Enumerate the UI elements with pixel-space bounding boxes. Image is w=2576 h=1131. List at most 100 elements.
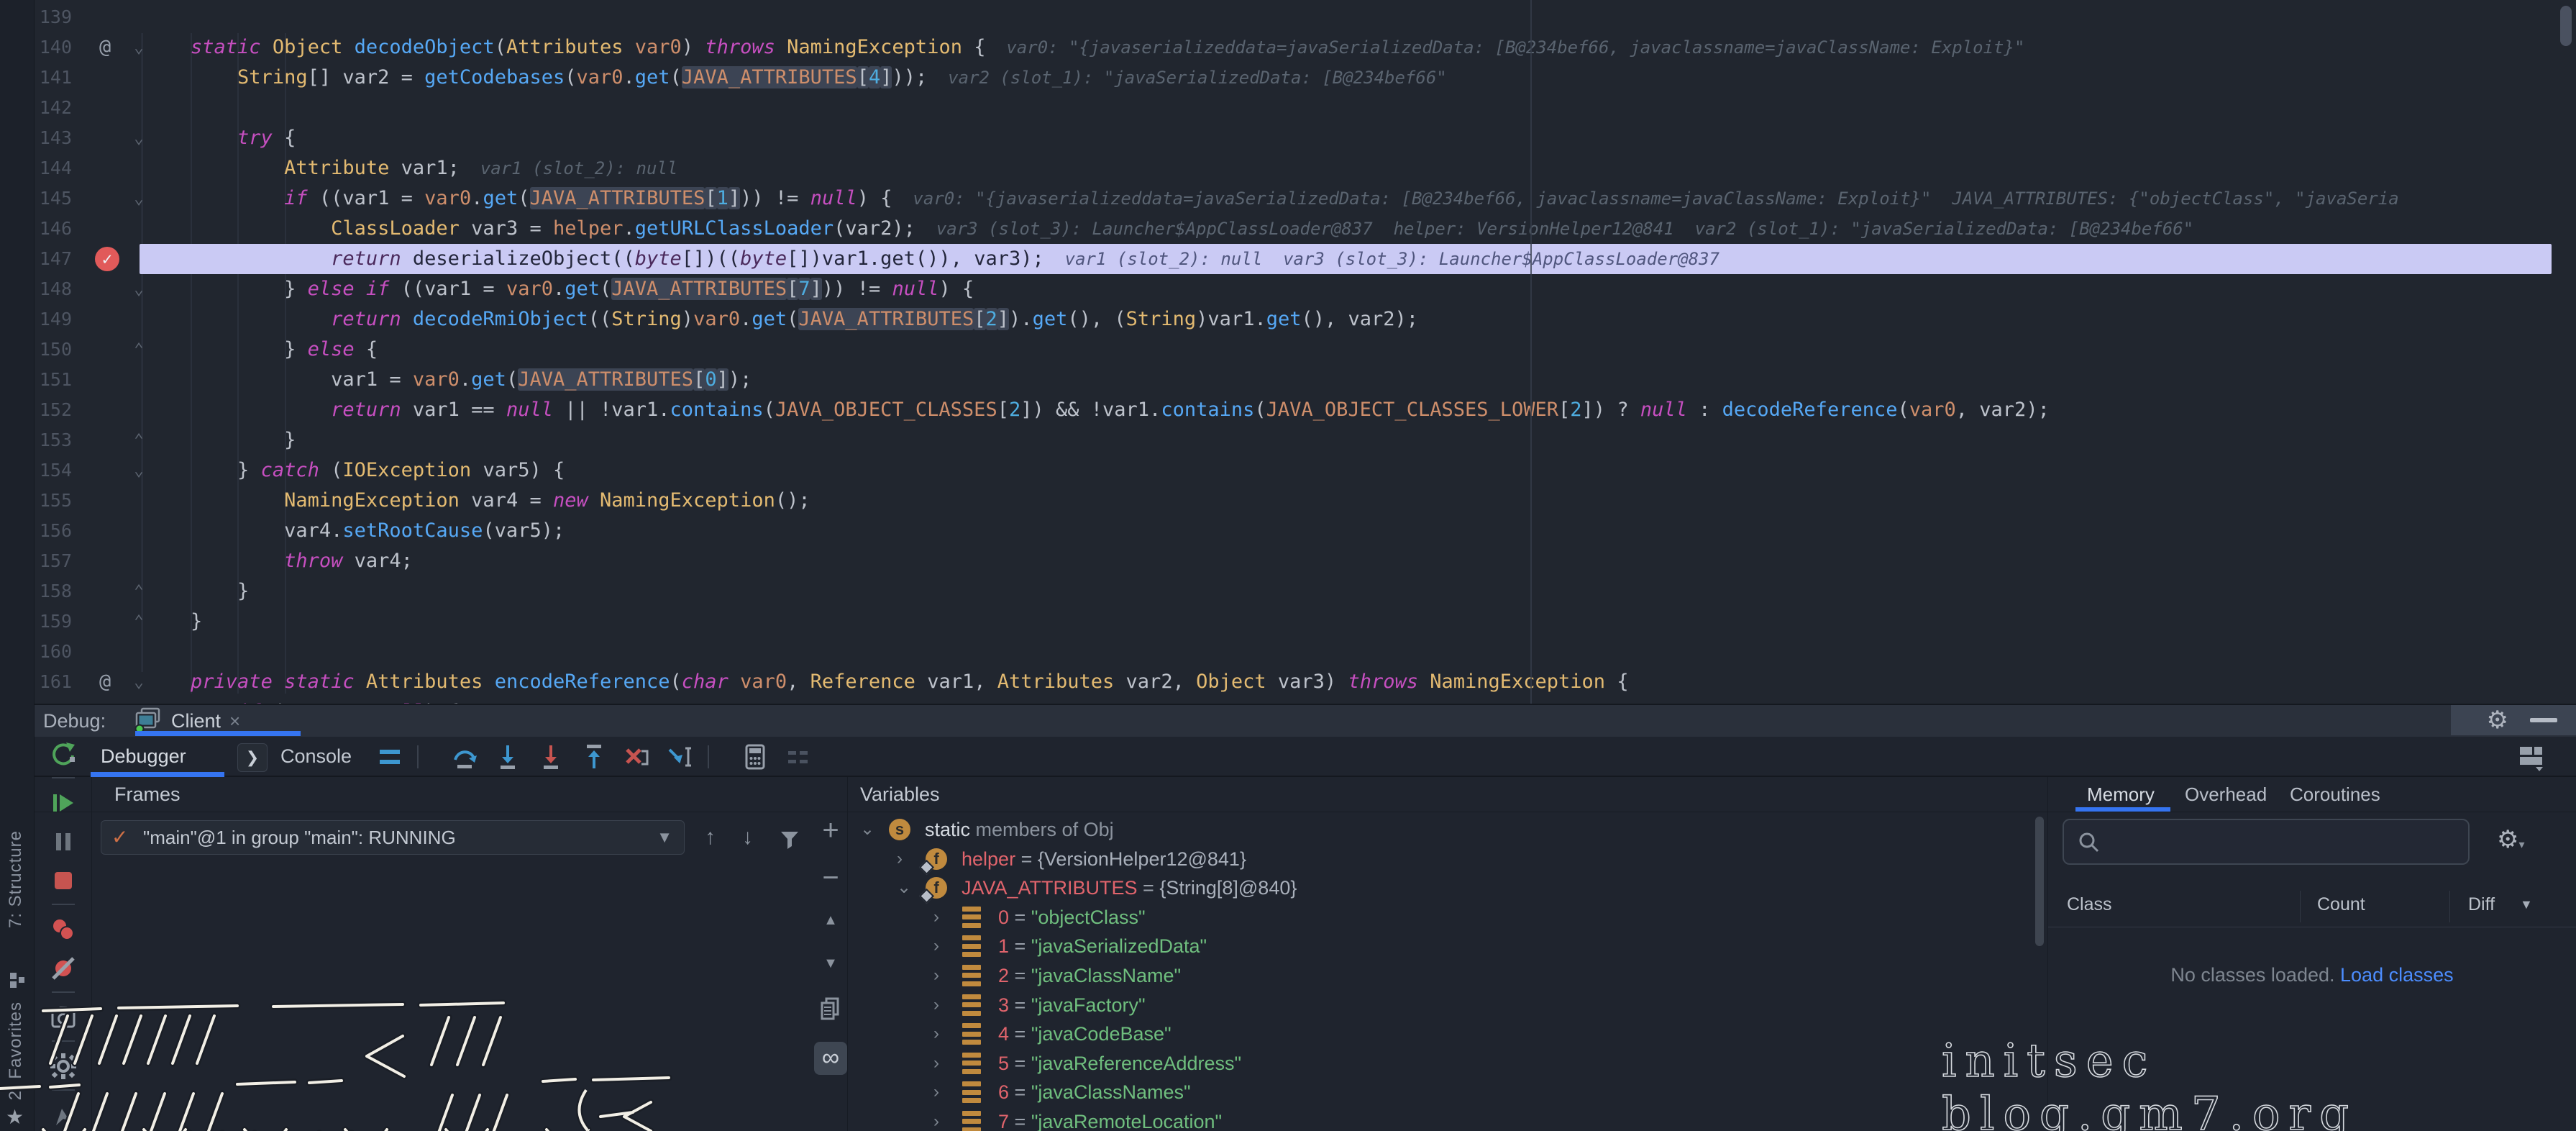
toolwindow-button-favorites[interactable]: 2: Favorites: [6, 1001, 26, 1100]
structure-icon[interactable]: [7, 970, 27, 994]
code-line-150[interactable]: 150⌃ } else {: [0, 335, 2576, 365]
code-line-154[interactable]: 154⌄ } catch (IOException var5) {: [0, 455, 2576, 486]
column-divider[interactable]: [2300, 891, 2301, 922]
chevron-right-icon[interactable]: ›: [933, 1019, 939, 1049]
variable-row[interactable]: ⌄fJAVA_ATTRIBUTES = {String[8]@840}: [849, 873, 2035, 903]
load-classes-link[interactable]: Load classes: [2340, 964, 2454, 986]
scroll-up-icon[interactable]: ▲: [817, 912, 844, 929]
tab-console[interactable]: Console: [280, 737, 352, 776]
code-line-146[interactable]: 146 ClassLoader var3 = helper.getURLClas…: [0, 214, 2576, 244]
chevron-right-icon[interactable]: ›: [933, 903, 939, 932]
drop-frame-button[interactable]: [621, 741, 653, 773]
chevron-right-icon[interactable]: ›: [933, 1078, 939, 1107]
chevron-right-icon[interactable]: ›: [933, 1049, 939, 1078]
memory-settings-gear-icon[interactable]: ⚙▾: [2497, 827, 2525, 852]
code-line-152[interactable]: 152 return var1 == null || !var1.contain…: [0, 395, 2576, 425]
chevron-right-icon[interactable]: ›: [933, 991, 939, 1020]
variable-row[interactable]: ›6 = "javaClassNames": [849, 1078, 2035, 1107]
variable-row[interactable]: ›2 = "javaClassName": [849, 961, 2035, 991]
force-step-into-button[interactable]: [535, 741, 567, 773]
chevron-right-icon[interactable]: ›: [933, 932, 939, 961]
code-editor[interactable]: 139140@⌄ static Object decodeObject(Attr…: [0, 0, 2576, 704]
thread-dump-camera-button[interactable]: [47, 1001, 79, 1033]
evaluate-expression-button[interactable]: [739, 741, 771, 773]
thread-dropdown[interactable]: ✓ "main"@1 in group "main": RUNNING ▼: [101, 820, 685, 855]
code-line-155[interactable]: 155 NamingException var4 = new NamingExc…: [0, 486, 2576, 516]
add-watch-icon[interactable]: +: [817, 814, 844, 847]
tab-debugger[interactable]: Debugger: [101, 737, 186, 776]
tab-close-icon[interactable]: ×: [229, 710, 240, 732]
pause-button[interactable]: [47, 826, 79, 858]
settings-gear-icon[interactable]: ⚙: [2487, 708, 2508, 732]
code-line-143[interactable]: 143⌄ try {: [0, 123, 2576, 153]
resume-button[interactable]: [47, 787, 79, 819]
previous-frame-arrow-icon[interactable]: ↑: [705, 820, 716, 855]
variable-row[interactable]: ›0 = "objectClass": [849, 903, 2035, 932]
next-frame-arrow-icon[interactable]: ↓: [742, 820, 753, 855]
infinity-toggle[interactable]: ∞: [814, 1042, 847, 1075]
code-line-139[interactable]: 139: [0, 2, 2576, 32]
code-line-142[interactable]: 142: [0, 93, 2576, 123]
code-line-149[interactable]: 149 return decodeRmiObject((String)var0.…: [0, 304, 2576, 335]
column-divider[interactable]: [2449, 891, 2450, 922]
variable-row[interactable]: ›7 = "javaRemoteLocation": [849, 1107, 2035, 1131]
chevron-right-icon[interactable]: ›: [933, 1107, 939, 1131]
copy-stack-icon[interactable]: [817, 994, 844, 1027]
remove-watch-icon[interactable]: −: [817, 862, 844, 894]
chevron-right-icon[interactable]: ›: [897, 845, 903, 874]
scroll-down-icon[interactable]: ▼: [817, 955, 844, 972]
favorites-star-icon[interactable]: ★: [6, 1105, 24, 1129]
tab-coroutines[interactable]: Coroutines: [2290, 777, 2380, 812]
minimize-icon[interactable]: [2530, 718, 2557, 722]
code-line-159[interactable]: 159⌃ }: [0, 607, 2576, 637]
code-line-160[interactable]: 160: [0, 637, 2576, 667]
breakpoint-icon[interactable]: ✓: [95, 247, 119, 271]
sort-arrow-icon[interactable]: ▼: [2520, 886, 2533, 922]
view-breakpoints-button[interactable]: [47, 914, 79, 945]
variable-row[interactable]: ⌄sstatic members of Obj: [849, 815, 2035, 845]
toolwindow-button-structure[interactable]: 7: Structure: [6, 830, 26, 928]
chevron-right-icon[interactable]: ›: [933, 961, 939, 991]
variable-row[interactable]: ›3 = "javaFactory": [849, 991, 2035, 1020]
code-line-161[interactable]: 161@⌄ private static Attributes encodeRe…: [0, 667, 2576, 697]
variable-row[interactable]: ›5 = "javaReferenceAddress": [849, 1049, 2035, 1078]
run-to-cursor-button[interactable]: [664, 741, 696, 773]
code-line-148[interactable]: 148⌄ } else if ((var1 = var0.get(JAVA_AT…: [0, 274, 2576, 304]
settings-gear-button[interactable]: [47, 1050, 79, 1082]
show-execution-point-button[interactable]: [374, 741, 406, 773]
code-line-151[interactable]: 151 var1 = var0.get(JAVA_ATTRIBUTES[0]);: [0, 365, 2576, 395]
variable-row[interactable]: ›1 = "javaSerializedData": [849, 932, 2035, 961]
variable-row[interactable]: ›4 = "javaCodeBase": [849, 1019, 2035, 1049]
pin-button[interactable]: [47, 1099, 79, 1131]
editor-scrollbar-thumb[interactable]: [2560, 6, 2572, 46]
code-line-153[interactable]: 153⌃ }: [0, 425, 2576, 455]
code-line-157[interactable]: 157 throw var4;: [0, 546, 2576, 576]
variable-row[interactable]: ›fhelper = {VersionHelper12@841}: [849, 845, 2035, 874]
code-line-144[interactable]: 144 Attribute var1; var1 (slot_2): null: [0, 153, 2576, 183]
restore-layout-button[interactable]: [2516, 741, 2547, 773]
variables-scrollbar-thumb[interactable]: [2035, 817, 2044, 946]
filter-funnel-icon[interactable]: [775, 825, 804, 857]
step-out-button[interactable]: [578, 741, 610, 773]
chevron-down-icon[interactable]: ⌄: [897, 873, 911, 903]
code-line-147[interactable]: 147✓ return deserializeObject((byte[])((…: [0, 244, 2576, 274]
rerun-button[interactable]: [47, 738, 79, 770]
code-line-145[interactable]: 145⌄ if ((var1 = var0.get(JAVA_ATTRIBUTE…: [0, 183, 2576, 214]
code-line-162[interactable]: 162 if (var1 == null) {: [0, 697, 2576, 704]
memory-search-input[interactable]: [2063, 819, 2470, 865]
step-into-button[interactable]: [492, 741, 524, 773]
column-header-class[interactable]: Class: [2067, 886, 2112, 922]
trace-settings-button[interactable]: [782, 741, 814, 773]
column-header-diff[interactable]: Diff: [2468, 886, 2495, 922]
code-line-140[interactable]: 140@⌄ static Object decodeObject(Attribu…: [0, 32, 2576, 63]
mute-breakpoints-button[interactable]: [47, 953, 79, 984]
column-header-count[interactable]: Count: [2317, 886, 2365, 922]
code-line-156[interactable]: 156 var4.setRootCause(var5);: [0, 516, 2576, 546]
tab-memory[interactable]: Memory: [2087, 777, 2155, 812]
console-icon[interactable]: ❯: [237, 743, 268, 772]
chevron-down-icon[interactable]: ⌄: [860, 815, 874, 845]
tab-overhead[interactable]: Overhead: [2185, 777, 2267, 812]
step-over-button[interactable]: [449, 741, 480, 773]
code-line-158[interactable]: 158⌃ }: [0, 576, 2576, 607]
stop-button[interactable]: [47, 865, 79, 896]
